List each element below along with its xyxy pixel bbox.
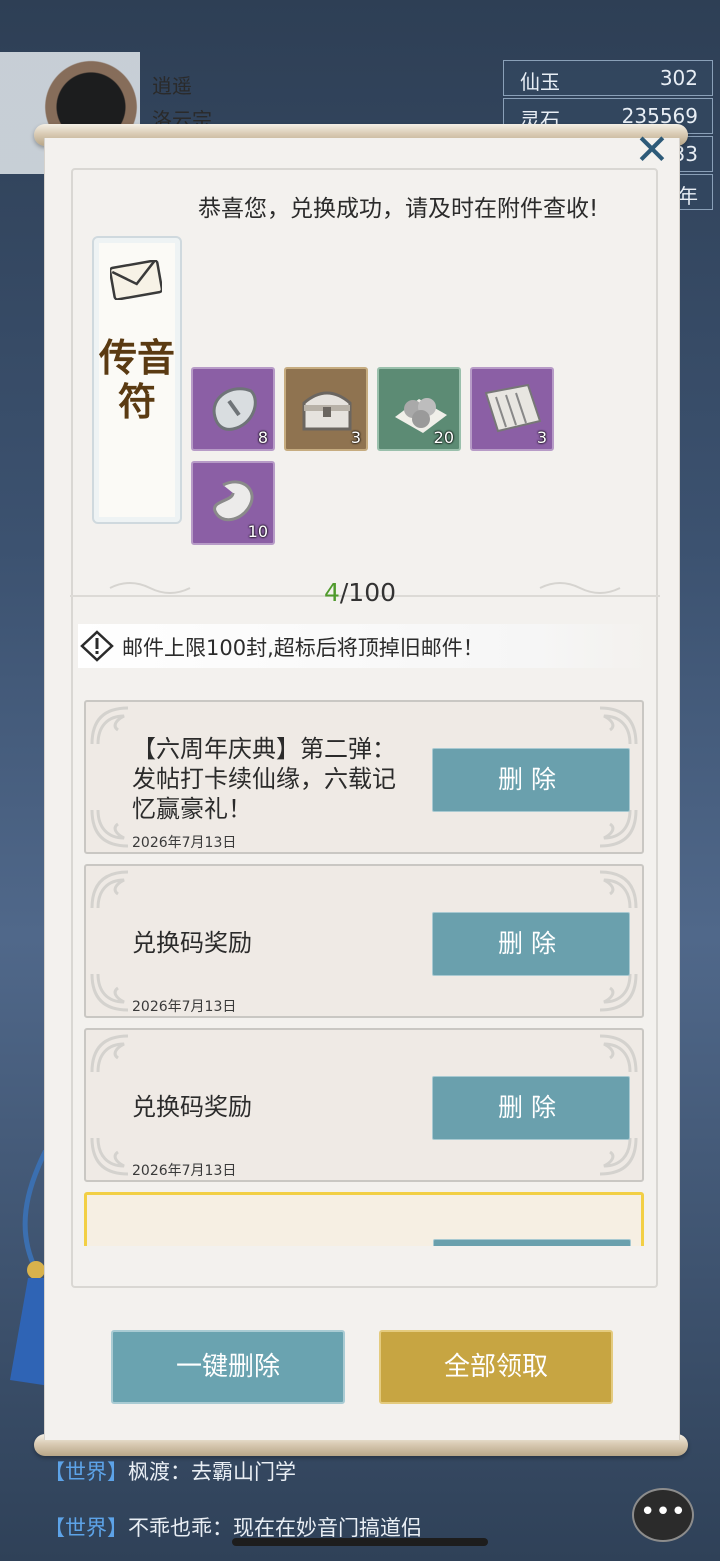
mail-item[interactable]: 【六周年庆典】第二弹：发帖打卡续仙缘，六载记忆赢豪礼！ 2026年7月13日 删… [84,700,644,854]
attachment-item[interactable]: 10 [191,461,275,545]
delete-button[interactable]: 删除 [432,1076,630,1140]
envelope-icon [110,260,162,300]
cloud-ornament-icon [599,973,638,1012]
currency-value: 302 [659,66,698,90]
currency-value: 年 [678,184,698,208]
mail-count-current: 4 [323,578,340,607]
delete-button[interactable]: 删除 [432,912,630,976]
delete-all-button[interactable]: 一键删除 [111,1330,345,1404]
item-count: 3 [350,428,361,447]
delete-button[interactable]: 删除 [432,748,630,812]
home-indicator[interactable] [232,1538,488,1546]
cloud-ornament-icon [90,706,129,745]
cloud-ornament-icon [90,1034,129,1073]
chat-icon[interactable]: ••• [632,1488,694,1542]
mail-date: 2026年7月13日 [132,835,237,851]
attachment-item[interactable]: 20 [377,367,461,451]
mail-count: 4/100 [0,578,720,607]
treasure-chest-icon [302,391,352,431]
attachment-item[interactable]: 3 [284,367,368,451]
attachment-item[interactable]: 3 [470,367,554,451]
item-count: 10 [247,522,268,541]
item-count: 3 [536,428,547,447]
chat-text: 枫渡：去霸山门学 [128,1460,296,1484]
cloud-ornament-icon [90,973,129,1012]
currency-label: 仙玉 [520,70,560,94]
mail-title: 【六周年庆典】第二弹：发帖打卡续仙缘，六载记忆赢豪礼！ [132,735,396,823]
chat-channel: 【世界】 [44,1516,128,1540]
mail-title: 兑换码奖励 [132,929,252,957]
mail-count-max: /100 [339,578,397,607]
mail-date: 2026年7月13日 [132,1163,237,1179]
mail-list[interactable]: 【六周年庆典】第二弹：发帖打卡续仙缘，六载记忆赢豪礼！ 2026年7月13日 删… [84,700,646,1246]
cloud-ornament-icon [599,1137,638,1176]
close-button[interactable]: ✕ [632,129,672,171]
mail-message: 恭喜您，兑换成功，请及时在附件查收! [198,196,599,222]
mail-title: 兑换码奖励 [132,1093,252,1121]
attachment-item[interactable]: 8 [191,367,275,451]
cloud-ornament-icon [599,1034,638,1073]
mail-item[interactable]: 兑换码奖励 2026年7月13日 删除 [84,1028,644,1182]
cloud-ornament-icon [90,870,129,909]
cloud-ornament-icon [90,809,129,848]
warning-icon [80,630,114,662]
chat-text: 不乖也乖：现在在妙音门搞道侣 [128,1516,422,1540]
claim-all-button[interactable]: 全部领取 [379,1330,613,1404]
mail-item-selected[interactable] [84,1192,644,1246]
player-name: 逍遥 [152,74,192,98]
currency-xianyu[interactable]: 仙玉 302 [503,60,713,96]
chat-message[interactable]: 【世界】枫渡：去霸山门学 [44,1456,296,1486]
tag-title: 传音符 [98,335,175,424]
cloud-ornament-icon [90,1137,129,1176]
mail-item[interactable]: 兑换码奖励 2026年7月13日 删除 [84,864,644,1018]
jade-token-icon [212,387,257,431]
item-count: 8 [257,428,268,447]
mail-tag: 传音符 [92,236,182,524]
item-count: 20 [433,428,454,447]
chat-channel: 【世界】 [44,1460,128,1484]
scroll-icon [484,383,542,433]
cloud-ornament-icon [599,706,638,745]
mail-date: 2026年7月13日 [132,999,237,1015]
delete-button-partial[interactable] [433,1239,631,1246]
mail-limit-notice: 邮件上限100封,超标后将顶掉旧邮件！ [78,624,650,668]
cloud-ornament-icon [599,809,638,848]
notice-text: 邮件上限100封,超标后将顶掉旧邮件！ [122,636,484,660]
cloud-ornament-icon [599,870,638,909]
